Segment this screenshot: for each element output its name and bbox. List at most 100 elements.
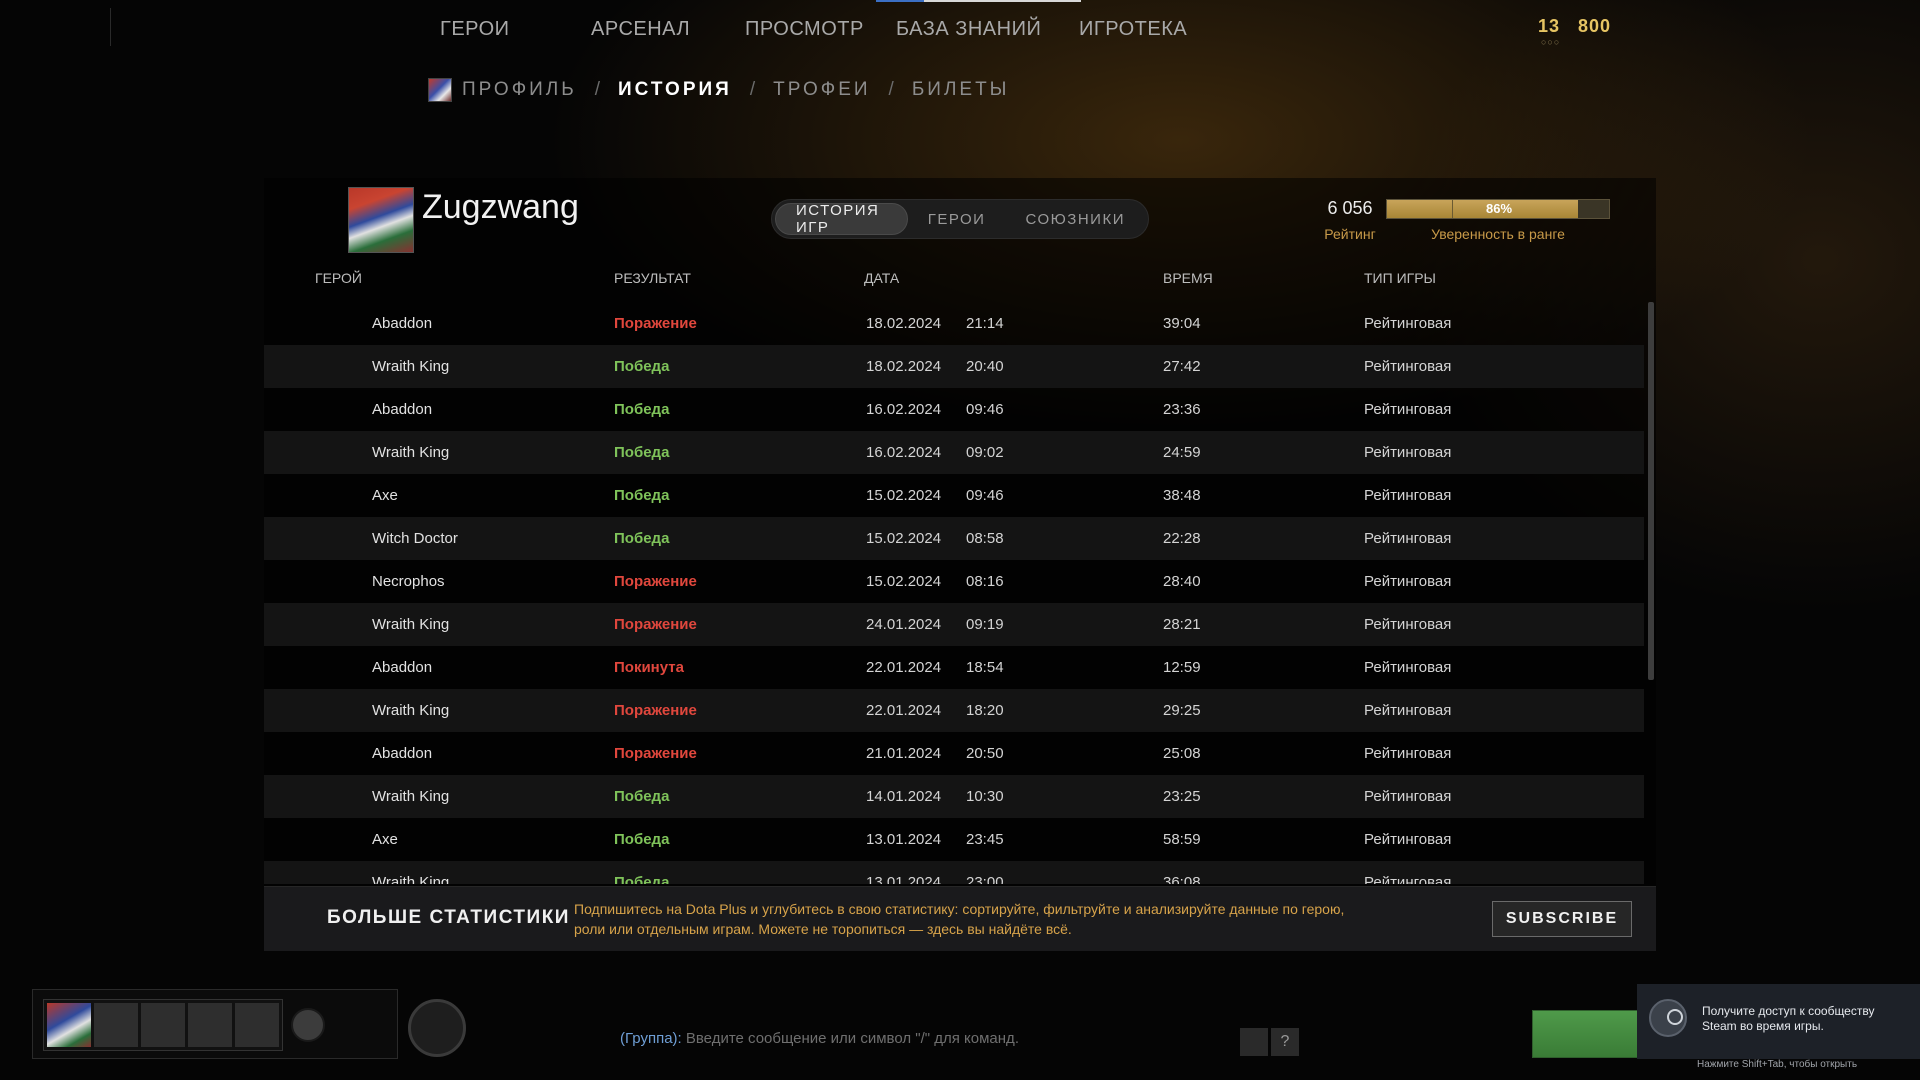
cell-duration: 58:59 (1163, 831, 1201, 848)
cell-result: Поражение (614, 745, 697, 762)
party-settings-icon[interactable] (291, 1008, 325, 1042)
steam-logo-icon (1649, 999, 1687, 1037)
nav-knowledge-base[interactable]: БАЗА ЗНАНИЙ (896, 18, 1041, 41)
header-hero[interactable]: ГЕРОЙ (315, 270, 362, 286)
tab-match-history[interactable]: ИСТОРИЯ ИГР (775, 202, 908, 236)
cell-date: 15.02.2024 (866, 487, 942, 504)
party-bar (32, 989, 398, 1059)
cell-time: 10:30 (966, 788, 1004, 805)
match-list: Abaddon Поражение 18.02.2024 21:14 39:04 Рейт… (264, 302, 1644, 884)
table-row[interactable]: Axe Победа 13.01.2024 23:45 58:59 Рейтинговая (264, 818, 1644, 861)
table-row[interactable]: Wraith King Поражение 24.01.2024 09:19 28:21… (264, 603, 1644, 646)
header-duration[interactable]: ВРЕМЯ (1163, 270, 1213, 286)
cell-date: 22.01.2024 (866, 702, 942, 719)
table-row[interactable]: Wraith King Победа 16.02.2024 09:02 24:59 Рей… (264, 431, 1644, 474)
table-row[interactable]: Wraith King Победа 18.02.2024 20:40 27:42 Рей… (264, 345, 1644, 388)
chat-emoji-button[interactable] (1240, 1028, 1268, 1056)
currency-display[interactable]: 13 800 (1538, 16, 1611, 37)
party-slot-empty[interactable] (188, 1003, 232, 1047)
cell-hero: Abaddon (372, 659, 433, 676)
cell-result: Победа (614, 487, 670, 504)
cell-result: Победа (614, 831, 670, 848)
cell-date: 16.02.2024 (866, 401, 942, 418)
cell-game-type: Рейтинговая (1364, 530, 1452, 547)
cell-duration: 38:48 (1163, 487, 1201, 504)
subscribe-button[interactable]: SUBSCRIBE (1492, 901, 1632, 937)
cell-game-type: Рейтинговая (1364, 358, 1452, 375)
cell-time: 18:54 (966, 659, 1004, 676)
cell-hero: Abaddon (372, 401, 433, 418)
tab-allies[interactable]: СОЮЗНИКИ (1005, 203, 1145, 235)
cell-hero: Wraith King (372, 358, 450, 375)
cell-time: 09:02 (966, 444, 1004, 461)
cell-hero: Wraith King (372, 874, 450, 884)
rating-value: 6 056 (1327, 198, 1373, 218)
table-row[interactable]: Necrophos Поражение 15.02.2024 08:16 28:40 Ре… (264, 560, 1644, 603)
voice-chat-icon[interactable] (408, 999, 466, 1057)
subnav-trophies[interactable]: ТРОФЕИ (773, 79, 870, 101)
cell-result: Победа (614, 444, 670, 461)
steam-toast-hint: Нажмите Shift+Tab, чтобы открыть (1697, 1059, 1858, 1070)
cell-duration: 36:08 (1163, 874, 1201, 884)
cell-result: Поражение (614, 573, 697, 590)
subnav-history[interactable]: ИСТОРИЯ (618, 79, 732, 101)
tab-heroes[interactable]: ГЕРОИ (908, 203, 1006, 235)
rank-confidence-percent: 86% (1485, 201, 1513, 216)
steam-overlay-toast[interactable]: Получите доступ к сообществу Steam во вр… (1637, 984, 1920, 1059)
subnav-separator: / (594, 79, 601, 100)
cell-game-type: Рейтинговая (1364, 616, 1452, 633)
chat-channel[interactable]: (Группа): (620, 1030, 682, 1047)
cell-date: 15.02.2024 (866, 573, 942, 590)
table-row[interactable]: Wraith King Поражение 22.01.2024 18:20 29:25… (264, 689, 1644, 732)
cell-hero: Wraith King (372, 444, 450, 461)
cell-hero: Axe (372, 487, 398, 504)
cell-time: 18:20 (966, 702, 1004, 719)
cell-game-type: Рейтинговая (1364, 659, 1452, 676)
party-slot-empty[interactable] (141, 1003, 185, 1047)
header-date[interactable]: ДАТА (864, 270, 899, 286)
player-avatar[interactable] (348, 187, 414, 253)
table-row[interactable]: Abaddon Победа 16.02.2024 09:46 23:36 Рейтинг… (264, 388, 1644, 431)
player-name: Zugzwang (422, 188, 579, 226)
table-row[interactable]: Abaddon Покинута 22.01.2024 18:54 12:59 Рейти… (264, 646, 1644, 689)
chat-input[interactable]: (Группа): Введите сообщение или символ "… (620, 1030, 1240, 1054)
cell-game-type: Рейтинговая (1364, 831, 1452, 848)
table-row[interactable]: Wraith King Победа 13.01.2024 23:00 36:08 Рей… (264, 861, 1644, 884)
header-game-type[interactable]: ТИП ИГРЫ (1364, 270, 1436, 286)
cell-date: 24.01.2024 (866, 616, 942, 633)
nav-arsenal[interactable]: АРСЕНАЛ (591, 18, 690, 41)
cell-result: Поражение (614, 616, 697, 633)
currency-dots: ○○○ (1541, 37, 1561, 47)
cell-game-type: Рейтинговая (1364, 874, 1452, 884)
cell-duration: 29:25 (1163, 702, 1201, 719)
table-row[interactable]: Abaddon Поражение 21.01.2024 20:50 25:08 Рейт… (264, 732, 1644, 775)
chat-help-button[interactable]: ? (1271, 1028, 1299, 1056)
table-row[interactable]: Axe Победа 15.02.2024 09:46 38:48 Рейтинговая (264, 474, 1644, 517)
nav-watch[interactable]: ПРОСМОТР (745, 18, 864, 41)
cell-hero: Abaddon (372, 745, 433, 762)
currency-b: 800 (1578, 16, 1612, 36)
cell-time: 20:50 (966, 745, 1004, 762)
subnav-profile[interactable]: ПРОФИЛЬ (462, 79, 577, 101)
cell-date: 16.02.2024 (866, 444, 942, 461)
cell-game-type: Рейтинговая (1364, 702, 1452, 719)
cell-hero: Axe (372, 831, 398, 848)
table-row[interactable]: Wraith King Победа 14.01.2024 10:30 23:25 Рей… (264, 775, 1644, 818)
party-slot-self[interactable] (47, 1003, 91, 1047)
table-row[interactable]: Abaddon Поражение 18.02.2024 21:14 39:04 Рейт… (264, 302, 1644, 345)
nav-heroes[interactable]: ГЕРОИ (440, 18, 510, 41)
cell-duration: 23:25 (1163, 788, 1201, 805)
party-slot-empty[interactable] (235, 1003, 279, 1047)
nav-arcade[interactable]: ИГРОТЕКА (1079, 18, 1187, 41)
party-slot-empty[interactable] (94, 1003, 138, 1047)
subnav-tickets[interactable]: БИЛЕТЫ (912, 79, 1010, 101)
header-result[interactable]: РЕЗУЛЬТАТ (614, 270, 691, 286)
match-list-scrollbar[interactable] (1648, 302, 1654, 680)
table-row[interactable]: Witch Doctor Победа 15.02.2024 08:58 22:28 Ре… (264, 517, 1644, 560)
currency-a: 13 (1538, 16, 1561, 36)
cell-duration: 24:59 (1163, 444, 1201, 461)
cell-date: 15.02.2024 (866, 530, 942, 547)
play-button[interactable] (1532, 1010, 1642, 1058)
cell-duration: 27:42 (1163, 358, 1201, 375)
top-nav: ГЕРОИ АРСЕНАЛ ПРОСМОТР БАЗА ЗНАНИЙ ИГРОТ… (0, 0, 1920, 60)
